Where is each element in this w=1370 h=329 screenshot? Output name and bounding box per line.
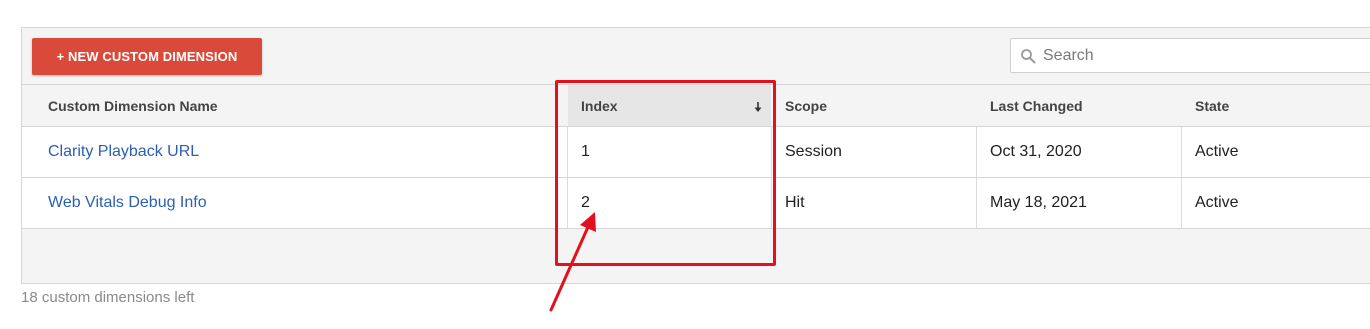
last-changed-cell: May 18, 2021 (990, 194, 1087, 211)
dimension-name-link[interactable]: Clarity Playback URL (48, 143, 199, 160)
scope-cell: Session (785, 143, 842, 160)
column-divider (1181, 178, 1182, 228)
column-divider (976, 178, 977, 228)
column-divider (1181, 127, 1182, 177)
column-header-state[interactable]: State (1195, 85, 1229, 126)
scope-cell: Hit (785, 194, 805, 211)
state-cell: Active (1195, 143, 1239, 160)
new-custom-dimension-button[interactable]: + NEW CUSTOM DIMENSION (32, 38, 262, 75)
search-input[interactable] (1043, 39, 1370, 72)
last-changed-cell: Oct 31, 2020 (990, 143, 1082, 160)
toolbar: + NEW CUSTOM DIMENSION (22, 28, 1370, 85)
column-header-last-changed[interactable]: Last Changed (990, 85, 1083, 126)
search-icon (1020, 48, 1036, 64)
column-header-name[interactable]: Custom Dimension Name (48, 85, 218, 126)
state-cell: Active (1195, 194, 1239, 211)
column-divider (976, 127, 977, 177)
column-header-scope[interactable]: Scope (785, 85, 827, 126)
search-box[interactable] (1010, 38, 1370, 73)
remaining-dimensions-text: 18 custom dimensions left (21, 289, 195, 306)
annotation-arrow (549, 212, 596, 312)
dimension-name-link[interactable]: Web Vitals Debug Info (48, 194, 207, 211)
